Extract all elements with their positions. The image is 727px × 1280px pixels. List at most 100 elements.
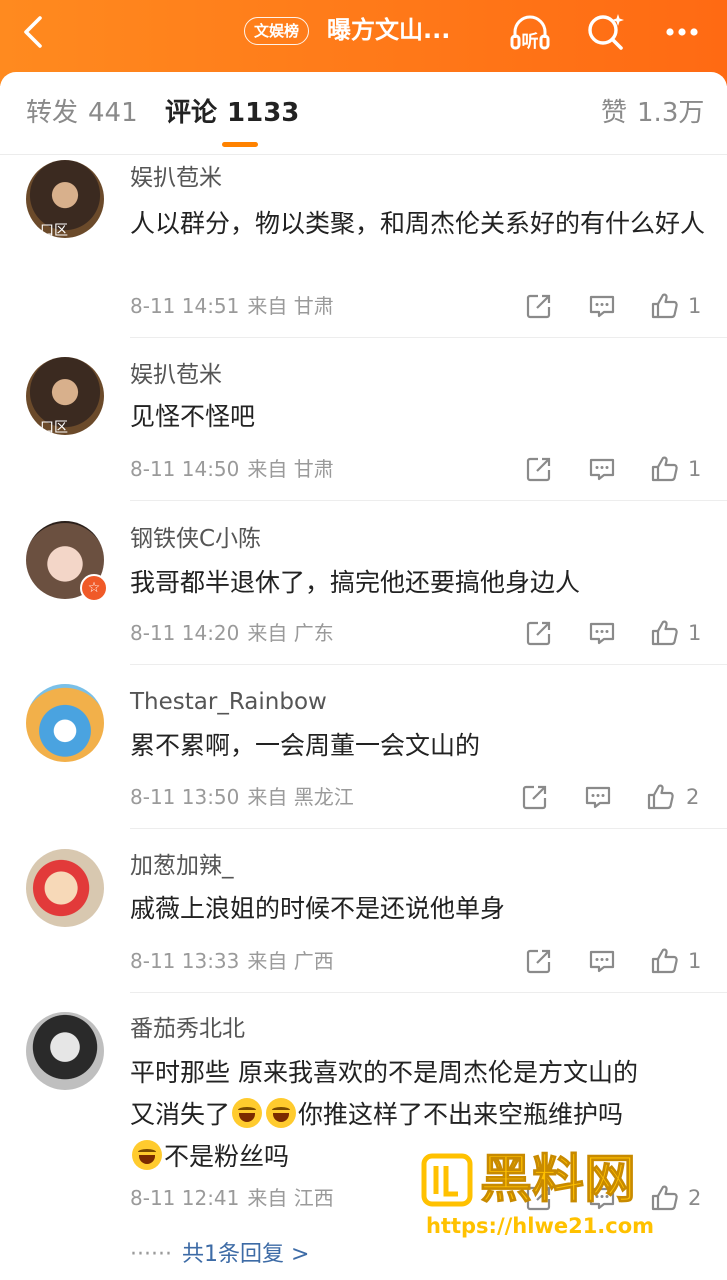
like-count: 1: [688, 949, 702, 973]
avatar[interactable]: [26, 1012, 104, 1090]
comment-text: 戚薇上浪姐的时候不是还说他单身: [130, 894, 506, 923]
avatar-label: 口区: [40, 420, 68, 435]
divider: [130, 664, 727, 665]
share-icon[interactable]: [520, 782, 550, 812]
comment-meta: 8-11 12:41 来自 江西: [130, 1184, 334, 1212]
like-count: 1: [688, 621, 702, 645]
username[interactable]: 加葱加辣_: [130, 851, 234, 881]
divider: [130, 500, 727, 501]
thumbs-up-icon[interactable]: [650, 454, 680, 484]
comment-text-span: 又消失了: [130, 1100, 231, 1129]
watermark: 黑料网 https://hlwe21.com: [420, 1148, 720, 1248]
watermark-logo-icon: [421, 1153, 473, 1207]
comment-meta: 8-11 14:50 来自 甘肃: [130, 455, 334, 483]
thumbs-up-icon[interactable]: [646, 782, 676, 812]
comment-item[interactable]: 口区 娱扒苞米 见怪不怪吧 8-11 14:50 来自 甘肃 1: [0, 352, 727, 501]
comment-time: 8-11 14:20: [130, 621, 240, 645]
username[interactable]: Thestar_Rainbow: [130, 687, 327, 717]
avatar[interactable]: 口区: [26, 160, 104, 238]
reply-count-label: 共1条回复 >: [181, 1242, 310, 1267]
comment-location: 来自 广东: [247, 621, 334, 645]
comment-text-span: 你推这样了不出来空瓶维护吗: [298, 1100, 624, 1129]
thumbs-up-icon[interactable]: [650, 291, 680, 321]
watermark-title: 黑料网: [479, 1150, 637, 1211]
comment-item[interactable]: 口区 娱扒苞米 人以群分，物以类聚，和周杰伦关系好的有什么好人 8-11 14:…: [0, 155, 727, 338]
page-title: 曝方文山...: [327, 16, 451, 44]
comment-meta: 8-11 13:33 来自 广西: [130, 947, 334, 975]
tab-bar: 转发 441 评论 1133 赞 1.3万: [0, 72, 727, 155]
tab-like-count: 1.3万: [637, 98, 705, 128]
avatar[interactable]: [26, 684, 104, 762]
comment-location: 来自 甘肃: [247, 457, 334, 481]
comment-location: 来自 广西: [247, 949, 334, 973]
comment-location: 来自 江西: [247, 1186, 334, 1210]
username[interactable]: 番茄秀北北: [130, 1014, 245, 1044]
username[interactable]: 娱扒苞米: [130, 163, 222, 193]
comment-time: 8-11 14:51: [130, 294, 240, 318]
comment-time: 8-11 14:50: [130, 457, 240, 481]
comment-icon[interactable]: [587, 618, 617, 648]
avatar[interactable]: 口区: [26, 357, 104, 435]
view-replies-link[interactable]: ······ 共1条回复 >: [130, 1236, 309, 1268]
comment-time: 8-11 13:33: [130, 949, 240, 973]
divider: [130, 992, 727, 993]
avatar-label: 口区: [40, 223, 68, 238]
comment-icon[interactable]: [587, 946, 617, 976]
comment-time: 8-11 12:41: [130, 1186, 240, 1210]
more-dots-icon[interactable]: [660, 10, 704, 54]
listen-headphones-icon[interactable]: 听: [508, 10, 552, 54]
like-count: 1: [688, 294, 702, 318]
thumbs-up-icon[interactable]: [650, 946, 680, 976]
share-icon[interactable]: [524, 946, 554, 976]
like-count: 2: [686, 785, 700, 809]
comment-item[interactable]: ☆ 钢铁侠C小陈 我哥都半退休了，搞完他还要搞他身边人 8-11 14:20 来自…: [0, 516, 727, 665]
avatar[interactable]: [26, 849, 104, 927]
comment-location: 来自 甘肃: [247, 294, 334, 318]
comment-item[interactable]: Thestar_Rainbow 累不累啊，一会周董一会文山的 8-11 13:5…: [0, 680, 727, 829]
comment-item[interactable]: 加葱加辣_ 戚薇上浪姐的时候不是还说他单身 8-11 13:33 来自 广西 1: [0, 845, 727, 993]
comment-text-line: 平时那些 原来我喜欢的不是周杰伦是方文山的: [130, 1058, 638, 1087]
comment-text: 人以群分，物以类聚，和周杰伦关系好的有什么好人: [130, 209, 706, 238]
comment-icon[interactable]: [587, 291, 617, 321]
tab-repost[interactable]: 转发 441: [26, 96, 138, 130]
comment-text-line: 又消失了 你推这样了不出来空瓶维护吗: [130, 1094, 705, 1136]
laugh-cry-emoji-icon: [232, 1098, 263, 1128]
verified-badge: ☆: [80, 574, 108, 602]
comment-meta: 8-11 14:51 来自 甘肃: [130, 292, 334, 320]
comment-text-span: 不是粉丝吗: [164, 1142, 290, 1171]
comment-text: 我哥都半退休了，搞完他还要搞他身边人: [130, 568, 581, 597]
watermark-url: https://hlwe21.com: [426, 1214, 655, 1238]
reply-dots: ······: [130, 1242, 172, 1267]
share-icon[interactable]: [524, 291, 554, 321]
comment-time: 8-11 13:50: [130, 785, 240, 809]
chevron-left-icon[interactable]: [16, 14, 52, 50]
laugh-cry-emoji-icon: [266, 1098, 297, 1128]
comment-text: 见怪不怪吧: [130, 402, 256, 431]
comment-icon[interactable]: [583, 782, 613, 812]
divider: [130, 828, 727, 829]
listen-label: 听: [522, 31, 539, 52]
username[interactable]: 钢铁侠C小陈: [130, 524, 261, 554]
comment-meta: 8-11 14:20 来自 广东: [130, 619, 334, 647]
comment-location: 来自 黑龙江: [247, 785, 354, 809]
tab-like[interactable]: 赞 1.3万: [601, 96, 704, 130]
tab-comment[interactable]: 评论 1133: [165, 96, 299, 130]
thumbs-up-icon[interactable]: [650, 618, 680, 648]
tab-repost-label: 转发: [26, 98, 79, 128]
share-icon[interactable]: [524, 454, 554, 484]
hot-list-tag[interactable]: 文娱榜: [244, 17, 310, 45]
username[interactable]: 娱扒苞米: [130, 360, 222, 390]
search-sparkle-icon[interactable]: [584, 10, 628, 54]
tab-comment-count: 1133: [227, 98, 300, 128]
like-count: 1: [688, 457, 702, 481]
laugh-cry-emoji-icon: [132, 1140, 162, 1170]
divider: [130, 337, 727, 338]
comment-meta: 8-11 13:50 来自 黑龙江: [130, 783, 354, 811]
tab-repost-count: 441: [88, 98, 138, 128]
tab-like-label: 赞: [601, 98, 628, 128]
share-icon[interactable]: [524, 618, 554, 648]
tab-comment-label: 评论: [165, 98, 218, 128]
comment-icon[interactable]: [587, 454, 617, 484]
comment-text: 累不累啊，一会周董一会文山的: [130, 731, 481, 760]
tab-active-indicator: [222, 142, 258, 147]
